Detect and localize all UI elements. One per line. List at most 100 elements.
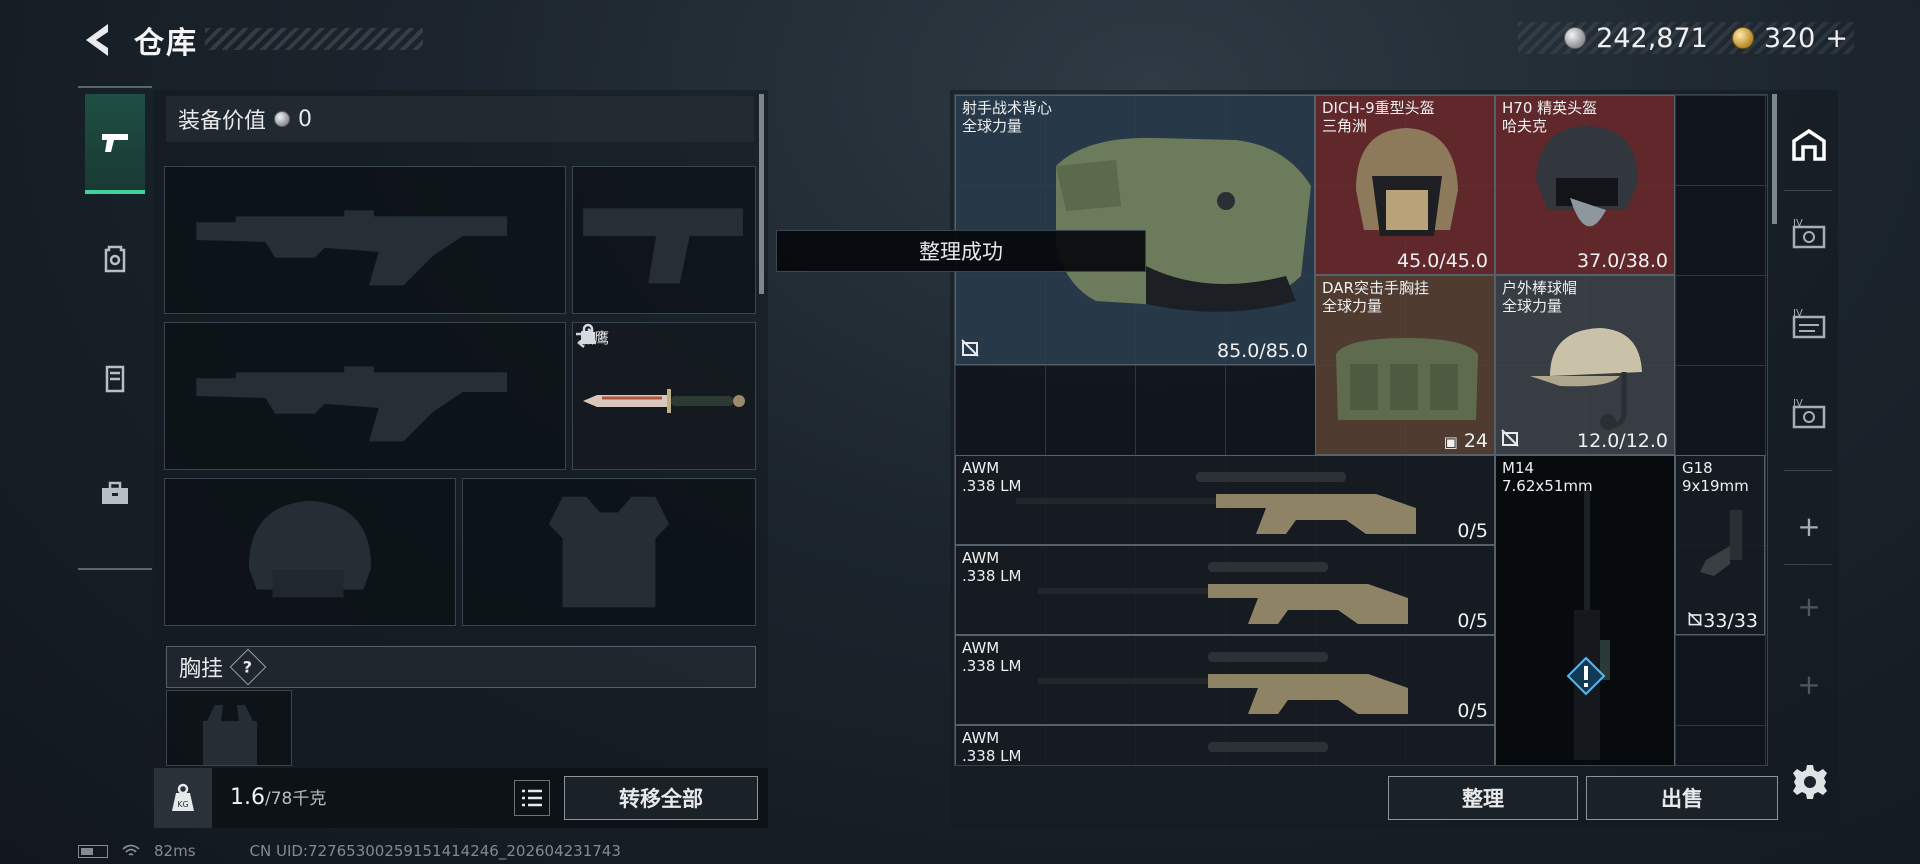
- tab-vest[interactable]: [85, 328, 145, 428]
- helmet-item-icon: [1536, 126, 1638, 227]
- cap-item-icon: [1530, 328, 1642, 430]
- no-repair-icon: [1688, 612, 1703, 626]
- vest-item-icon: [1056, 137, 1311, 312]
- item-name: AWM .338 LM: [962, 459, 1022, 495]
- storage-tab-rail: IV IV IV + + +: [1778, 90, 1838, 828]
- gold-currency-value: 320: [1763, 22, 1816, 54]
- item-name: AWM .338 LM: [962, 729, 1022, 765]
- gold-coin-icon: [1731, 27, 1754, 49]
- storage-item-dich9-helmet[interactable]: DICH-9重型头盔 三角洲 45.0/45.0: [1315, 95, 1495, 275]
- item-durability: 37.0/38.0: [1576, 250, 1668, 272]
- back-arrow-icon: [86, 24, 108, 56]
- sidearm-slot[interactable]: [572, 166, 756, 314]
- silver-coin-icon: [1564, 27, 1587, 49]
- item-ammo: 0/5: [1457, 610, 1488, 632]
- equipment-value-bar: 装备价值 0: [166, 96, 754, 142]
- back-button[interactable]: [78, 20, 112, 60]
- locked-storage-slot: +: [1797, 667, 1821, 701]
- storage-scrollbar[interactable]: [1772, 94, 1777, 224]
- chest-rig-silhouette-icon: [203, 705, 257, 765]
- add-currency-button[interactable]: +: [1825, 23, 1848, 54]
- tab-backpack[interactable]: [85, 208, 145, 308]
- rifle-silhouette-icon: [196, 366, 508, 442]
- no-repair-icon: [961, 339, 979, 357]
- equipment-value: 0: [298, 106, 313, 132]
- storage-box-icon: IV: [1792, 398, 1826, 429]
- storage-item-awm-2[interactable]: AWM .338 LM 0/5: [955, 545, 1495, 635]
- item-durability: 85.0/85.0: [1216, 340, 1308, 362]
- storage-panel: 射手战术背心 全球力量 85.0/85.0 DICH-9重型头盔 三角洲 45.0/…: [950, 90, 1838, 828]
- item-name: DICH-9重型头盔 三角洲: [1322, 99, 1435, 135]
- armor-slot[interactable]: [462, 478, 756, 626]
- helmet-slot[interactable]: [164, 478, 456, 626]
- sniper-rifle-icon: [1038, 562, 1408, 624]
- lock-icon: [581, 323, 595, 344]
- item-durability: 45.0/45.0: [1396, 250, 1488, 272]
- vest-icon: [105, 365, 125, 393]
- item-name: G18 9x19mm: [1682, 459, 1749, 495]
- helmet-silhouette-icon: [248, 500, 372, 598]
- rifle-silhouette-icon: [196, 210, 508, 286]
- storage-item-m14[interactable]: M14 7.62x51mm: [1495, 455, 1675, 765]
- chest-rig-help-button[interactable]: ?: [229, 648, 267, 686]
- backpack-icon: [104, 245, 126, 273]
- gear-icon[interactable]: [1790, 762, 1830, 802]
- storage-item-awm-4[interactable]: AWM .338 LM: [955, 725, 1495, 765]
- svg-text:IV: IV: [1793, 308, 1803, 319]
- storage-item-awm-3[interactable]: AWM .338 LM 0/5: [955, 635, 1495, 725]
- sort-button[interactable]: 整理: [1388, 776, 1578, 820]
- transfer-all-button[interactable]: 转移全部: [564, 776, 758, 820]
- item-name: DAR突击手胸挂 全球力量: [1322, 279, 1429, 315]
- item-name: H70 精英头盔 哈夫克: [1502, 99, 1598, 135]
- storage-tab-2[interactable]: IV: [1784, 290, 1834, 360]
- warehouse-icon: [1792, 128, 1826, 161]
- sell-button[interactable]: 出售: [1586, 776, 1778, 820]
- pistol-item-icon: [1700, 510, 1742, 576]
- primary-weapon-slot-1[interactable]: [164, 166, 566, 314]
- svg-text:IV: IV: [1793, 218, 1803, 229]
- storage-tab-all[interactable]: [1784, 110, 1834, 180]
- storage-item-g18[interactable]: G18 9x19mm 33/33: [1675, 455, 1765, 635]
- list-view-button[interactable]: [514, 780, 550, 816]
- melee-slot[interactable]: 黑鹰: [572, 322, 756, 470]
- locked-storage-slot: +: [1797, 589, 1821, 623]
- storage-box-icon: IV: [1792, 218, 1826, 249]
- helmet-item-icon: [1356, 128, 1458, 236]
- loadout-scrollbar[interactable]: [759, 94, 764, 294]
- primary-weapon-slot-2[interactable]: [164, 322, 566, 470]
- silver-coin-icon: [274, 111, 291, 127]
- tab-toolbox[interactable]: [85, 444, 145, 544]
- storage-tab-3[interactable]: IV: [1784, 380, 1834, 450]
- storage-item-dar-chest-rig[interactable]: DAR突击手胸挂 全球力量 ▣ 24: [1315, 275, 1495, 455]
- sniper-rifle-icon: [1208, 742, 1328, 752]
- title-decoration: [205, 28, 423, 50]
- storage-tab-1[interactable]: IV: [1784, 200, 1834, 270]
- storage-item-awm-1[interactable]: AWM .338 LM 0/5: [955, 455, 1495, 545]
- knife-icon: [583, 389, 745, 413]
- weight-icon-box: KG: [154, 768, 212, 828]
- loadout-panel: 装备价值 0 黑鹰: [154, 90, 768, 828]
- user-uid: CN UID:727653002591514142​46_20260423174…: [249, 842, 621, 860]
- storage-item-h70-helmet[interactable]: H70 精英头盔 哈夫克 37.0/38.0: [1495, 95, 1675, 275]
- add-storage-tab-button[interactable]: +: [1784, 506, 1834, 546]
- tab-weapons[interactable]: [85, 94, 145, 194]
- pistol-silhouette-icon: [583, 208, 743, 284]
- wifi-icon: [122, 844, 140, 856]
- item-name: 户外棒球帽 全球力量: [1502, 279, 1578, 315]
- chest-rig-slot[interactable]: [166, 690, 292, 766]
- page-title: 仓库: [134, 26, 198, 61]
- rifle-vertical-icon: [1574, 490, 1610, 760]
- capacity-icon: ▣: [1443, 433, 1458, 451]
- alert-icon: [1566, 656, 1606, 696]
- battery-icon: [78, 844, 108, 858]
- toast-message: 整理成功: [776, 230, 1146, 272]
- chest-rig-item-icon: [1336, 338, 1478, 420]
- currency-bar: 242,871 320 +: [1518, 22, 1854, 54]
- item-ammo: 33/33: [1687, 610, 1758, 632]
- svg-text:KG: KG: [177, 800, 188, 809]
- item-name: AWM .338 LM: [962, 639, 1022, 675]
- storage-item-baseball-cap[interactable]: 户外棒球帽 全球力量 12.0/12.0: [1495, 275, 1675, 455]
- sniper-rifle-icon: [1038, 652, 1408, 714]
- help-icon: ?: [243, 657, 253, 677]
- item-name: 射手战术背心 全球力量: [962, 99, 1053, 135]
